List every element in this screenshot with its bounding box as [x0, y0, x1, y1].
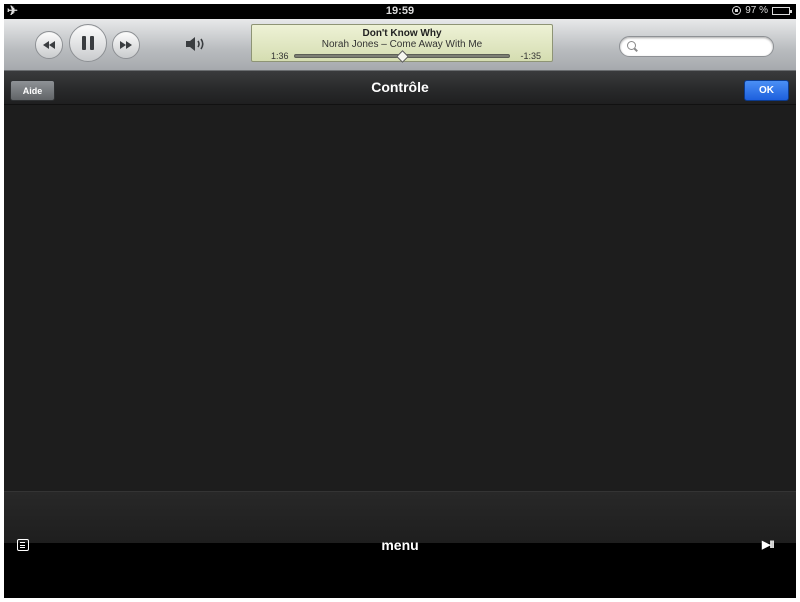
progress-scrubber[interactable] — [294, 50, 510, 63]
fast-forward-button[interactable] — [112, 31, 140, 59]
ipod-toolbar: Don't Know Why Norah Jones – Come Away W… — [4, 19, 796, 71]
elapsed-time: 1:36 — [271, 51, 289, 61]
search-field[interactable] — [619, 36, 774, 57]
rewind-button[interactable] — [35, 31, 63, 59]
control-panel-area[interactable] — [4, 105, 796, 491]
search-input[interactable] — [640, 39, 769, 56]
search-icon — [627, 41, 636, 50]
volume-icon[interactable] — [185, 36, 207, 52]
menu-button[interactable]: menu — [4, 537, 796, 553]
now-playing-display: Don't Know Why Norah Jones – Come Away W… — [251, 24, 553, 63]
ipad-screen: ✈ 19:59 97 % Don't Know Why Norah Jones … — [4, 4, 796, 598]
fast-forward-icon — [120, 41, 132, 49]
page-title: Contrôle — [371, 79, 429, 95]
status-time: 19:59 — [385, 5, 415, 17]
orientation-lock-icon — [732, 6, 742, 15]
pause-button[interactable] — [69, 24, 107, 62]
pause-icon — [82, 36, 94, 50]
status-bar: ✈ 19:59 97 % — [4, 4, 796, 19]
ok-button[interactable]: OK — [744, 80, 789, 101]
bottom-bar: menu ▶II — [4, 537, 796, 598]
track-title: Don't Know Why — [362, 28, 442, 39]
track-artist-album: Norah Jones – Come Away With Me — [321, 39, 483, 50]
battery-percent: 97 % — [745, 5, 768, 16]
rewind-icon — [43, 41, 55, 49]
status-right: 97 % — [732, 5, 792, 16]
remaining-time: -1:35 — [520, 51, 541, 61]
navigation-bar: Aide Contrôle OK — [4, 71, 796, 105]
scrubber-knob[interactable] — [396, 50, 409, 63]
battery-icon — [772, 6, 792, 15]
play-pause-icon[interactable]: ▶II — [762, 538, 775, 551]
